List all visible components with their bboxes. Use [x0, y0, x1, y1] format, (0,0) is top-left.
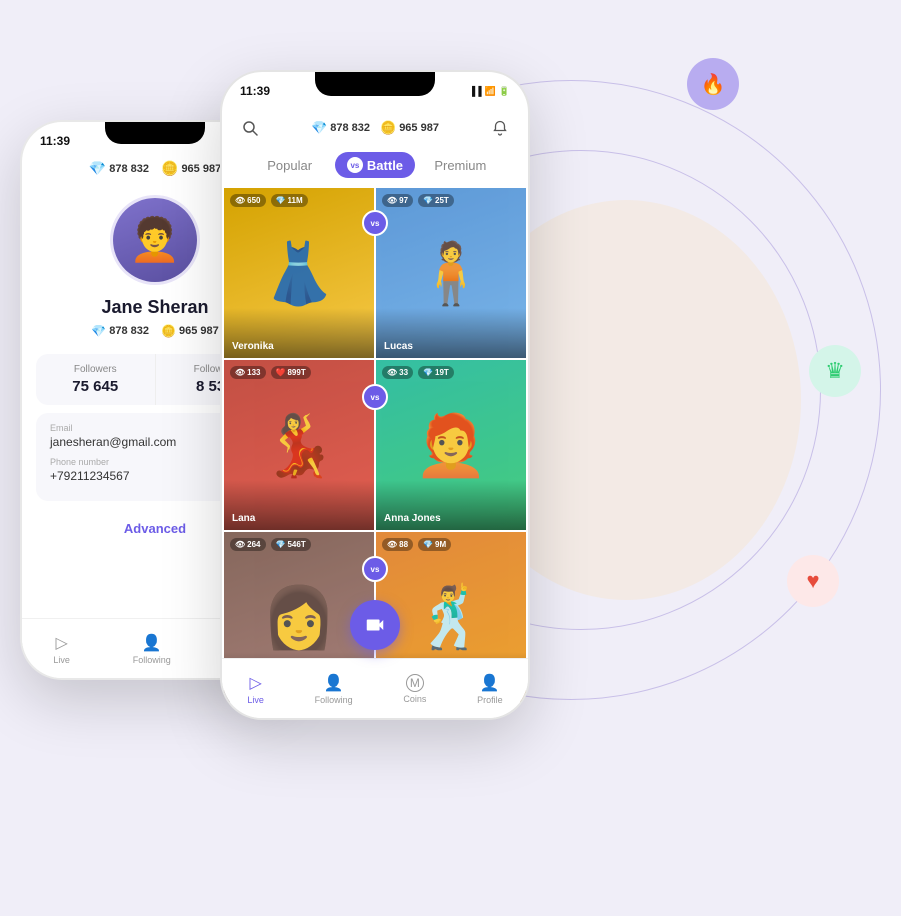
- nav-following-front[interactable]: 👤 Following: [315, 673, 353, 705]
- notch-back: [105, 122, 205, 144]
- vs-badge-row3: vs: [362, 556, 388, 582]
- heart-icon: ♥: [787, 555, 839, 607]
- tab-popular[interactable]: Popular: [250, 153, 329, 178]
- stream-stats-lucas: 👁97 💎25T: [382, 194, 454, 207]
- status-time-back: 11:39: [40, 134, 70, 148]
- avatar: 🧑‍🦱: [110, 195, 200, 285]
- video-fab[interactable]: [350, 600, 400, 650]
- vs-badge-row1: vs: [362, 210, 388, 236]
- front-top-bar: 💎 878 832 🪙 965 987: [236, 110, 514, 148]
- tab-battle[interactable]: vs Battle: [335, 152, 414, 178]
- nav-coins-front[interactable]: M Coins: [403, 674, 426, 704]
- nav-live-back[interactable]: ▷ Live: [53, 633, 70, 665]
- stream-cell-anna[interactable]: 🧑‍🦰 👁33 💎19T Anna Jones: [376, 360, 526, 530]
- stream-stats-vera: 👁264 💎546T: [230, 538, 311, 551]
- stream-cell-veronika[interactable]: 👗 👁650 💎11M Veronika: [224, 188, 374, 358]
- nav-live-front[interactable]: ▷ Live: [247, 673, 264, 705]
- search-icon[interactable]: [236, 114, 264, 142]
- vs-badge-row2: vs: [362, 384, 388, 410]
- stream-cell-lucas[interactable]: 🧍 👁97 💎25T Lucas: [376, 188, 526, 358]
- status-time-front: 11:39: [240, 84, 270, 98]
- flame-icon: 🔥: [687, 58, 739, 110]
- stream-stats-veronika: 👁650 💎11M: [230, 194, 308, 207]
- live-phone: 11:39 ▐▐ 📶 🔋: [220, 70, 530, 720]
- bottom-nav-front: ▷ Live 👤 Following M Coins 👤 Profile: [222, 658, 528, 718]
- tab-premium[interactable]: Premium: [421, 153, 500, 178]
- nav-following-back[interactable]: 👤 Following: [133, 633, 171, 665]
- stream-stats-last: 👁88 💎9M: [382, 538, 451, 551]
- crown-icon: ♛: [809, 345, 861, 397]
- notch-front: [315, 72, 435, 96]
- stream-cell-lana[interactable]: 💃 👁133 ❤️899T Lana: [224, 360, 374, 530]
- front-header: 💎 878 832 🪙 965 987: [222, 104, 528, 188]
- status-icons-front: ▐▐ 📶 🔋: [469, 86, 510, 97]
- stream-stats-anna: 👁33 💎19T: [382, 366, 454, 379]
- bell-icon[interactable]: [486, 114, 514, 142]
- diamond-badge-back: 💎 878 832: [89, 160, 149, 177]
- front-gems: 💎 878 832 🪙 965 987: [311, 120, 439, 136]
- coin-badge-back: 🪙 965 987: [161, 160, 221, 177]
- tabs-row: Popular vs Battle Premium: [236, 148, 514, 184]
- nav-profile-front[interactable]: 👤 Profile: [477, 673, 503, 705]
- stream-stats-lana: 👁133 ❤️899T: [230, 366, 311, 379]
- followers-stat: Followers 75 645: [36, 354, 155, 405]
